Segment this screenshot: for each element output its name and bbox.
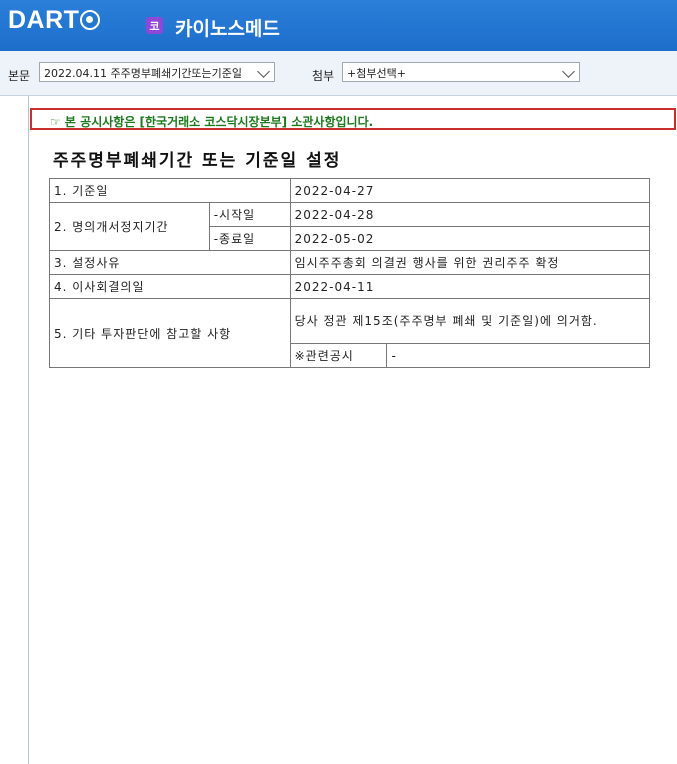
table-row: 4. 이사회결의일 2022-04-11 xyxy=(49,274,651,299)
body-label: 본문 xyxy=(8,69,31,83)
chevron-down-icon xyxy=(562,65,575,78)
other-value: 당사 정관 제15조(주주명부 폐쇄 및 기준일)에 의거함. xyxy=(289,298,651,344)
company-name: 카이노스메드 xyxy=(175,18,280,40)
table-row: 3. 설정사유 임시주주총회 의결권 행사를 위한 권리주주 확정 xyxy=(49,250,651,275)
disclosure-table: 1. 기준일 2022-04-27 2. 명의개서정지기간 -시작일 2022-… xyxy=(49,178,651,368)
chevron-down-icon xyxy=(257,65,270,78)
related-label: ※관련공시 xyxy=(289,343,388,368)
board-date-value: 2022-04-11 xyxy=(289,274,651,299)
body-select-value: 2022.04.11 주주명부폐쇄기간또는기준일 xyxy=(44,67,243,80)
document-toolbar: 본문 2022.04.11 주주명부폐쇄기간또는기준일 첨부 +첨부선택+ xyxy=(0,51,677,96)
period-label: 2. 명의개서정지기간 xyxy=(49,202,210,251)
start-label: -시작일 xyxy=(208,202,291,227)
record-date-label: 1. 기준일 xyxy=(49,178,291,203)
table-row: 2. 명의개서정지기간 -시작일 2022-04-28 xyxy=(49,202,651,251)
market-badge: 코 xyxy=(146,17,163,34)
end-label: -종료일 xyxy=(208,226,291,251)
logo-text: DART xyxy=(8,5,80,34)
record-date-value: 2022-04-27 xyxy=(289,178,651,203)
app-header: DART 코 카이노스메드 xyxy=(0,0,677,51)
attach-label: 첨부 xyxy=(312,69,335,83)
other-label: 5. 기타 투자판단에 참고할 사항 xyxy=(49,298,291,368)
table-row: 1. 기준일 2022-04-27 xyxy=(49,178,651,203)
document-viewer[interactable]: ☞ 본 공시사항은 [한국거래소 코스닥시장본부] 소관사항입니다. 주주명부폐… xyxy=(28,96,677,764)
board-date-label: 4. 이사회결의일 xyxy=(49,274,291,299)
notice-banner: ☞ 본 공시사항은 [한국거래소 코스닥시장본부] 소관사항입니다. xyxy=(30,108,676,130)
attach-select-value: +첨부선택+ xyxy=(347,67,406,80)
dart-logo[interactable]: DART xyxy=(8,5,101,34)
end-value: 2022-05-02 xyxy=(289,226,651,251)
start-value: 2022-04-28 xyxy=(289,202,651,227)
reason-value: 임시주주총회 의결권 행사를 위한 권리주주 확정 xyxy=(289,250,651,275)
attach-select[interactable]: +첨부선택+ xyxy=(342,62,580,82)
logo-globe-icon xyxy=(80,10,101,30)
related-value: - xyxy=(386,343,650,368)
table-row: 5. 기타 투자판단에 참고할 사항 당사 정관 제15조(주주명부 폐쇄 및 … xyxy=(49,298,651,368)
document-title: 주주명부폐쇄기간 또는 기준일 설정 xyxy=(53,151,342,171)
body-select[interactable]: 2022.04.11 주주명부폐쇄기간또는기준일 xyxy=(39,62,275,82)
reason-label: 3. 설정사유 xyxy=(49,250,291,275)
